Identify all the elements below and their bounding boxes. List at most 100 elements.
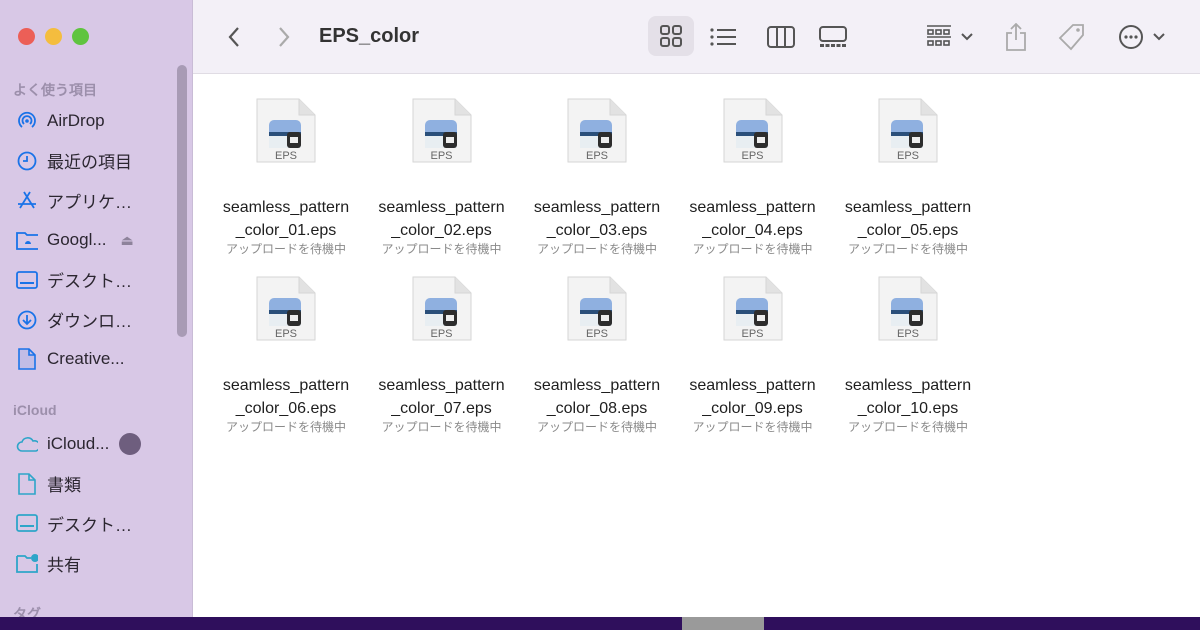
share-button[interactable] xyxy=(1001,18,1031,56)
grid-icon xyxy=(660,25,682,47)
sidebar-item[interactable]: デスクト… xyxy=(16,265,186,295)
file-item[interactable]: EPS seamless_pattern _color_06.eps アップロードを待… xyxy=(211,276,361,435)
file-item[interactable]: EPS seamless_pattern _color_01.eps アップロードを待… xyxy=(211,98,361,257)
chevron-down-icon xyxy=(961,33,973,41)
upload-status: アップロードを待機中 xyxy=(847,420,968,434)
sidebar-item[interactable]: Creative... xyxy=(16,344,186,374)
clock-icon xyxy=(16,150,38,172)
columns-icon xyxy=(767,26,795,48)
shared-folder-icon xyxy=(16,552,38,574)
gallery-view-button[interactable] xyxy=(815,18,851,56)
favorites-header: よく使う項目 xyxy=(13,82,97,98)
file-item[interactable]: EPS seamless_pattern _color_07.eps アップロードを待… xyxy=(367,276,517,435)
chevron-left-icon xyxy=(228,27,239,47)
upload-status: アップロードを待機中 xyxy=(692,420,813,434)
tag-icon xyxy=(1058,24,1084,51)
file-item[interactable]: EPS seamless_pattern _color_09.eps アップロードを待… xyxy=(678,276,828,435)
file-name: seamless_pattern _color_10.eps xyxy=(844,377,972,417)
sidebar-item-label: AirDrop xyxy=(47,111,105,130)
window-controls xyxy=(18,28,89,45)
eps-file-icon: EPS xyxy=(566,276,628,341)
folder-icon xyxy=(16,229,38,251)
sidebar-item[interactable]: iCloud... xyxy=(16,429,186,459)
file-type-badge: EPS xyxy=(430,328,453,340)
eps-file-icon: EPS xyxy=(877,276,939,341)
ellipsis-circle-icon xyxy=(1119,25,1143,49)
sidebar-item[interactable]: AirDrop xyxy=(16,106,186,136)
upload-status: アップロードを待機中 xyxy=(847,242,968,256)
upload-status: アップロードを待機中 xyxy=(536,420,657,434)
icon-view-button[interactable] xyxy=(648,16,694,56)
storage-pie-icon xyxy=(119,433,142,455)
file-type-badge: EPS xyxy=(585,150,608,162)
desktop-thumbnail xyxy=(682,617,764,630)
file-type-badge: EPS xyxy=(274,150,297,162)
icloud-header: iCloud xyxy=(13,402,57,418)
file-item[interactable]: EPS seamless_pattern _color_03.eps アップロードを待… xyxy=(522,98,672,257)
finder-window: よく使う項目 AirDrop 最近の項目アプリケ… Googl... ⏏ デスクト… ダウ… xyxy=(0,0,1200,617)
sidebar: よく使う項目 AirDrop 最近の項目アプリケ… Googl... ⏏ デスクト… ダウ… xyxy=(0,0,193,617)
file-name: seamless_pattern _color_04.eps xyxy=(689,199,816,239)
eject-icon[interactable]: ⏏ xyxy=(121,232,134,249)
sidebar-item[interactable]: 共有 xyxy=(16,548,186,578)
document-icon xyxy=(16,348,38,370)
file-name: seamless_pattern _color_09.eps xyxy=(689,377,816,417)
group-by-button[interactable] xyxy=(923,18,977,56)
eps-file-icon: EPS xyxy=(411,276,473,341)
more-actions-button[interactable] xyxy=(1115,18,1169,56)
chevron-down-icon xyxy=(1153,33,1165,41)
close-button[interactable] xyxy=(18,28,35,45)
sidebar-item-label: アプリケ… xyxy=(47,192,132,212)
upload-status: アップロードを待機中 xyxy=(381,420,502,434)
sidebar-item[interactable]: デスクト… xyxy=(16,508,186,538)
file-item[interactable]: EPS seamless_pattern _color_08.eps アップロードを待… xyxy=(522,276,672,435)
chevron-right-icon xyxy=(279,27,290,47)
upload-status: アップロードを待機中 xyxy=(225,242,346,256)
forward-button[interactable] xyxy=(271,18,297,56)
file-type-badge: EPS xyxy=(896,328,919,340)
list-icon xyxy=(710,28,736,46)
zoom-button[interactable] xyxy=(72,28,89,45)
cloud-icon xyxy=(16,433,38,455)
upload-status: アップロードを待機中 xyxy=(225,420,346,434)
column-view-button[interactable] xyxy=(763,18,799,56)
eps-file-icon: EPS xyxy=(877,98,939,163)
sidebar-item-label: デスクト… xyxy=(47,515,132,535)
sidebar-scrollbar[interactable] xyxy=(177,65,187,337)
sidebar-item-label: 共有 xyxy=(47,555,81,575)
sidebar-item-label: 書類 xyxy=(47,476,81,496)
file-item[interactable]: EPS seamless_pattern _color_05.eps アップロードを待… xyxy=(833,98,983,257)
sidebar-item[interactable]: 最近の項目 xyxy=(16,146,186,176)
file-name: seamless_pattern _color_08.eps xyxy=(533,377,661,417)
list-view-button[interactable] xyxy=(705,18,741,56)
share-icon xyxy=(1006,23,1026,51)
file-name: seamless_pattern _color_07.eps xyxy=(378,377,505,417)
upload-status: アップロードを待機中 xyxy=(536,242,657,256)
tag-button[interactable] xyxy=(1055,18,1089,56)
eps-file-icon: EPS xyxy=(722,98,784,163)
sidebar-item-label: ダウンロ… xyxy=(47,312,132,331)
file-item[interactable]: EPS seamless_pattern _color_10.eps アップロードを待… xyxy=(833,276,983,435)
sidebar-item-label: 最近の項目 xyxy=(47,153,132,173)
sidebar-item[interactable]: Googl... ⏏ xyxy=(16,225,186,255)
file-name: seamless_pattern _color_06.eps xyxy=(222,377,350,417)
minimize-button[interactable] xyxy=(45,28,62,45)
file-item[interactable]: EPS seamless_pattern _color_02.eps アップロードを待… xyxy=(367,98,517,257)
upload-status: アップロードを待機中 xyxy=(692,242,813,256)
back-button[interactable] xyxy=(221,18,247,56)
file-type-badge: EPS xyxy=(741,150,764,162)
file-name: seamless_pattern _color_03.eps xyxy=(533,199,661,239)
eps-file-icon: EPS xyxy=(566,98,628,163)
sidebar-item-label: デスクト… xyxy=(47,272,132,292)
sidebar-item[interactable]: アプリケ… xyxy=(16,185,186,215)
sidebar-item[interactable]: ダウンロ… xyxy=(16,305,186,335)
eps-file-icon: EPS xyxy=(255,98,317,163)
file-item[interactable]: EPS seamless_pattern _color_04.eps アップロードを待… xyxy=(678,98,828,257)
sidebar-item-label: Creative... xyxy=(47,349,125,369)
window-title: EPS_color xyxy=(319,25,420,47)
sidebar-item[interactable]: 書類 xyxy=(16,469,186,499)
file-type-badge: EPS xyxy=(896,150,919,162)
eps-file-icon: EPS xyxy=(255,276,317,341)
tags-header: タグ xyxy=(13,606,41,617)
desktop-icon xyxy=(16,512,38,534)
